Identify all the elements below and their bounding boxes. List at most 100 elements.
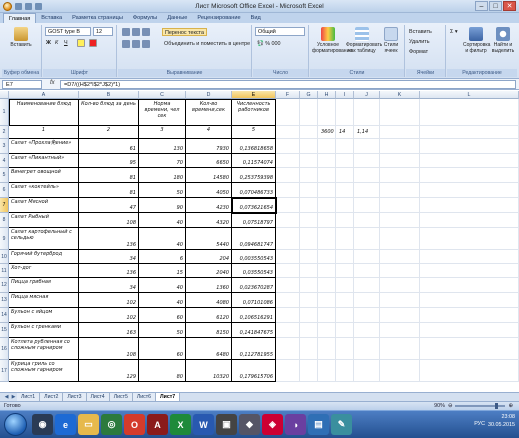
empty-cell[interactable]	[420, 264, 519, 278]
cell-d17[interactable]: 10320	[186, 360, 232, 382]
underline-button[interactable]: Ч	[64, 39, 68, 47]
empty-cell[interactable]	[380, 139, 420, 154]
cell-c14[interactable]: 60	[139, 308, 186, 323]
zoom-level[interactable]: 90%	[434, 403, 445, 409]
empty-cell[interactable]	[276, 308, 300, 323]
fx-icon[interactable]: fx	[50, 80, 55, 86]
bold-button[interactable]: Ж	[46, 39, 51, 47]
cell-i2[interactable]: 14	[339, 129, 345, 135]
cell-a14[interactable]: Бульон с яйцом	[9, 308, 79, 323]
cell-b16[interactable]: 108	[79, 338, 139, 360]
empty-cell[interactable]	[354, 323, 380, 338]
cell-c15[interactable]: 50	[139, 323, 186, 338]
cell-e7[interactable]: 0,073621654	[231, 197, 277, 214]
tab-page-layout[interactable]: Разметка страницы	[67, 13, 128, 23]
empty-cell[interactable]	[420, 360, 519, 382]
sheet-tab[interactable]: Лист6	[132, 393, 157, 401]
cell-b4[interactable]: 95	[79, 154, 139, 168]
fill-color-icon[interactable]	[77, 39, 85, 47]
empty-cell[interactable]	[336, 293, 354, 308]
cell-e14[interactable]: 0,106516291	[232, 308, 276, 323]
empty-cell[interactable]	[380, 126, 420, 139]
cell-d11[interactable]: 2040	[186, 264, 232, 278]
empty-cell[interactable]	[318, 264, 336, 278]
empty-cell[interactable]	[300, 228, 318, 250]
cell-e2[interactable]: 5	[232, 126, 276, 139]
tab-home[interactable]: Главная	[3, 13, 37, 23]
empty-cell[interactable]	[318, 198, 336, 213]
empty-cell[interactable]	[354, 99, 380, 126]
next-sheet-icon[interactable]: ▶	[10, 393, 17, 401]
currency-button[interactable]: 💱 % 000	[257, 40, 281, 48]
cell-c3[interactable]: 130	[139, 139, 186, 154]
sort-filter-button[interactable]: Сортировка и фильтр	[463, 27, 490, 54]
empty-cell[interactable]	[336, 183, 354, 198]
row-header[interactable]: 2	[0, 126, 9, 139]
row-header[interactable]: 9	[0, 228, 9, 250]
row-header[interactable]: 12	[0, 278, 9, 293]
cell-e1[interactable]: Численность работников	[232, 99, 276, 126]
cell-c5[interactable]: 180	[139, 168, 186, 183]
delete-cells-button[interactable]: Удалить	[409, 38, 430, 46]
tab-insert[interactable]: Вставка	[36, 13, 67, 23]
empty-cell[interactable]	[318, 250, 336, 264]
row-header[interactable]: 4	[0, 154, 9, 168]
italic-button[interactable]: К	[55, 39, 58, 47]
empty-cell[interactable]	[420, 198, 519, 213]
cell-c11[interactable]: 15	[139, 264, 186, 278]
empty-cell[interactable]	[318, 278, 336, 293]
cell-d8[interactable]: 4320	[186, 213, 232, 228]
cell-c2[interactable]: 3	[139, 126, 186, 139]
minimize-button[interactable]: –	[475, 1, 488, 11]
media-player-icon[interactable]: ◉	[32, 414, 53, 435]
align-right-icon[interactable]	[142, 40, 150, 48]
app-icon[interactable]: ◈	[262, 414, 283, 435]
empty-cell[interactable]	[318, 154, 336, 168]
empty-cell[interactable]	[318, 183, 336, 198]
cell-c7[interactable]: 90	[139, 198, 186, 213]
empty-cell[interactable]	[420, 323, 519, 338]
row-header[interactable]: 11	[0, 264, 9, 278]
empty-cell[interactable]	[420, 126, 519, 139]
language-indicator[interactable]: РУС	[474, 421, 485, 427]
column-header-c[interactable]: C	[139, 91, 186, 99]
empty-cell[interactable]	[380, 278, 420, 293]
cell-b2[interactable]: 2	[79, 126, 139, 139]
align-left-icon[interactable]	[122, 40, 130, 48]
clock[interactable]: 23:08 30.05.2015	[488, 413, 515, 429]
empty-cell[interactable]	[420, 308, 519, 323]
empty-cell[interactable]	[318, 360, 336, 382]
cell-e13[interactable]: 0,07101086	[232, 293, 276, 308]
empty-cell[interactable]	[276, 338, 300, 360]
cell-a5[interactable]: Винегрет овощной	[9, 168, 79, 183]
empty-cell[interactable]	[276, 278, 300, 293]
cell-b14[interactable]: 102	[79, 308, 139, 323]
excel-icon[interactable]: X	[170, 414, 191, 435]
column-header-j[interactable]: J	[354, 91, 380, 99]
column-header-h[interactable]: H	[318, 91, 336, 99]
empty-cell[interactable]	[354, 293, 380, 308]
cell-a11[interactable]: Хот-дог	[9, 264, 79, 278]
tab-review[interactable]: Рецензирование	[192, 13, 245, 23]
select-all-corner[interactable]	[0, 91, 9, 99]
empty-cell[interactable]	[300, 308, 318, 323]
word-icon[interactable]: W	[193, 414, 214, 435]
empty-cell[interactable]	[336, 213, 354, 228]
tab-view[interactable]: Вид	[246, 13, 266, 23]
empty-cell[interactable]	[300, 293, 318, 308]
empty-cell[interactable]	[318, 139, 336, 154]
cell-b10[interactable]: 34	[79, 250, 139, 264]
empty-cell[interactable]	[336, 139, 354, 154]
cell-d15[interactable]: 8150	[186, 323, 232, 338]
cell-e6[interactable]: 0,070486733	[232, 183, 276, 198]
cell-a1[interactable]: Наименование блюд	[9, 99, 79, 126]
cell-a8[interactable]: Салат Рыбный	[9, 213, 79, 228]
column-header-f[interactable]: F	[276, 91, 300, 99]
empty-cell[interactable]	[318, 323, 336, 338]
empty-cell[interactable]	[380, 360, 420, 382]
empty-cell[interactable]	[354, 198, 380, 213]
empty-cell[interactable]	[420, 293, 519, 308]
empty-cell[interactable]	[354, 264, 380, 278]
cell-e17[interactable]: 0,179615706	[232, 360, 276, 382]
worksheet-grid[interactable]: A B C D E F G H I J K L 1 Наименование блюд Кол-во блю…	[0, 91, 519, 392]
